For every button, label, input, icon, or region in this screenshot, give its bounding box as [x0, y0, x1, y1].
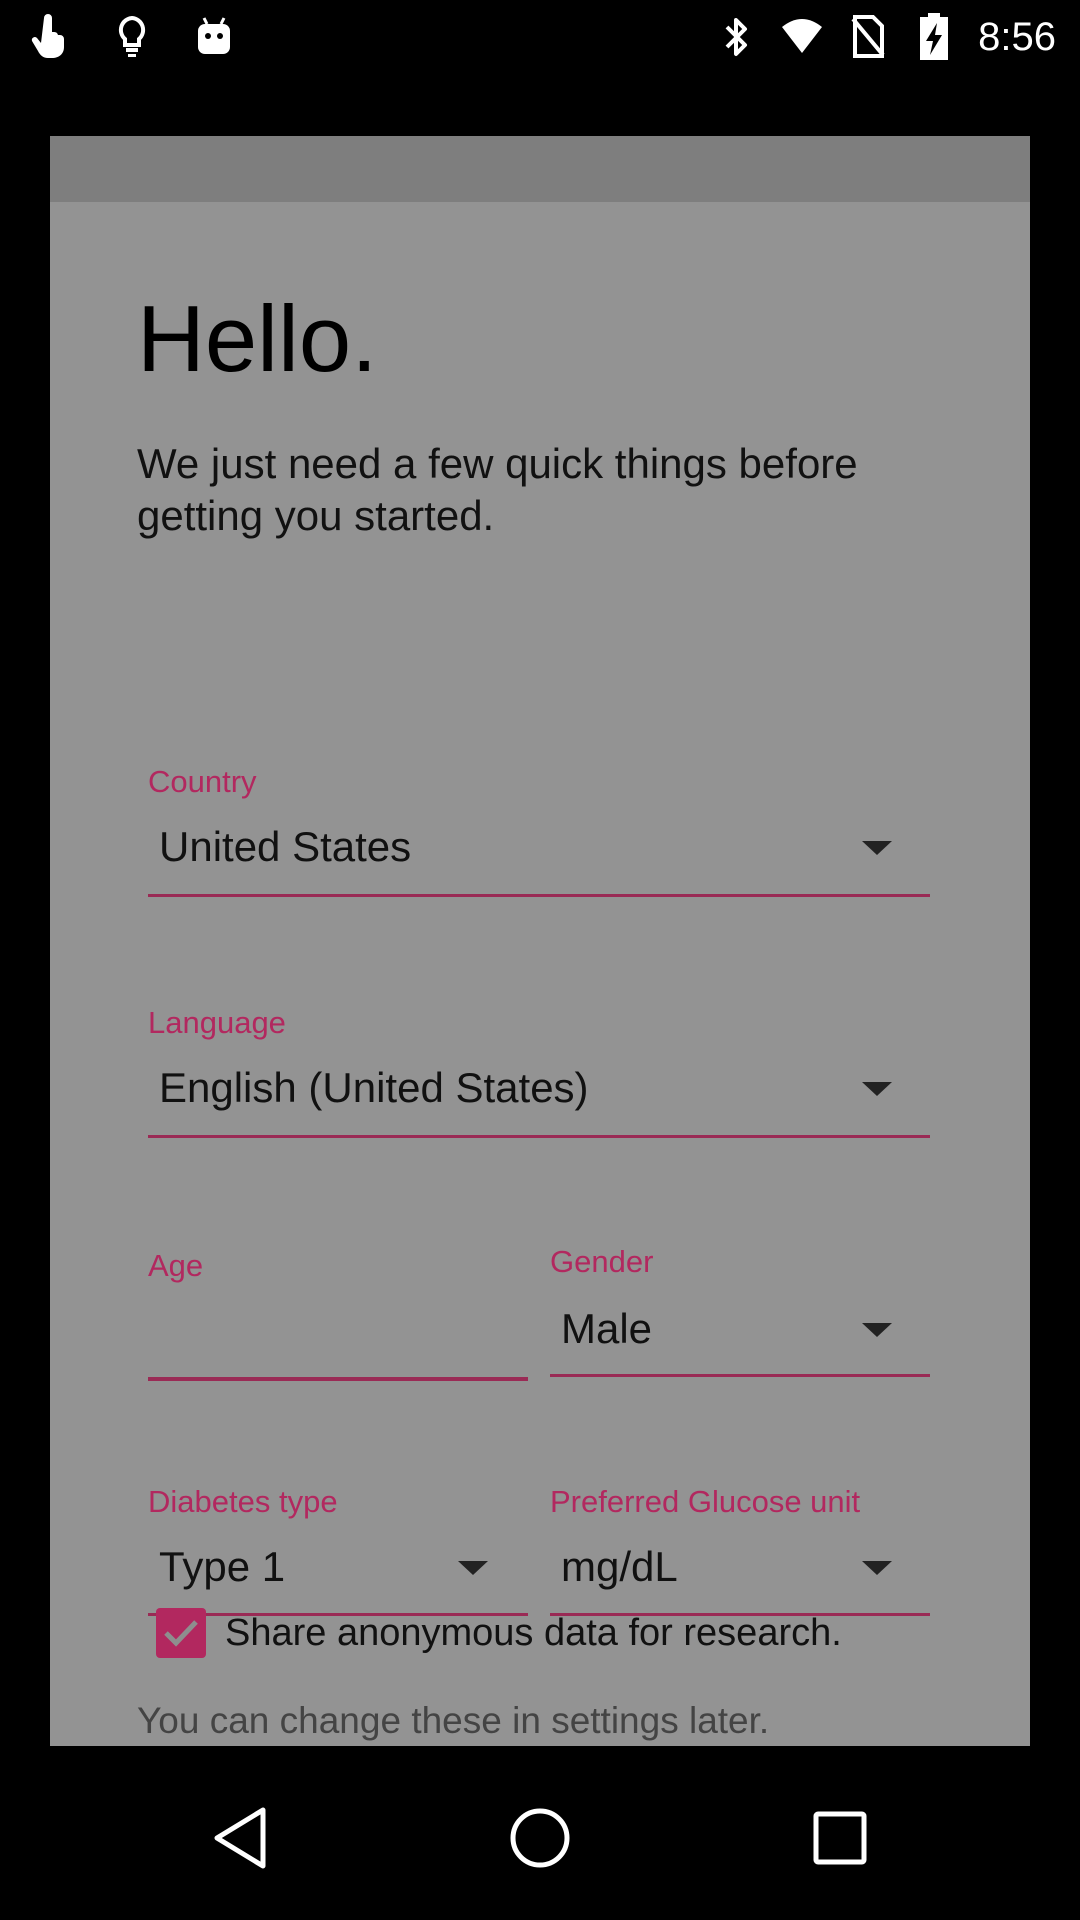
glucose-unit-dropdown[interactable]: Preferred Glucose unit mg/dL — [550, 1486, 930, 1618]
page-title: Hello. — [137, 286, 378, 391]
country-value: United States — [159, 823, 412, 870]
recents-icon[interactable] — [800, 1798, 880, 1878]
language-dropdown[interactable]: Language English (United States) — [148, 1007, 930, 1139]
language-underline — [148, 1135, 930, 1138]
share-data-checkbox[interactable] — [156, 1608, 206, 1658]
bluetooth-icon — [714, 10, 758, 64]
gender-dropdown[interactable]: Gender Male — [550, 1246, 930, 1378]
chevron-down-icon — [862, 841, 892, 855]
back-icon[interactable] — [201, 1798, 281, 1878]
navigation-bar — [0, 1746, 1080, 1920]
gender-value: Male — [561, 1305, 653, 1352]
diabetes-type-dropdown[interactable]: Diabetes type Type 1 — [148, 1486, 528, 1618]
country-dropdown[interactable]: Country United States — [148, 766, 930, 898]
hand-pointer-icon — [28, 10, 72, 64]
wifi-icon — [780, 10, 824, 64]
status-bar: 8:56 — [0, 0, 1080, 74]
settings-note: You can change these in settings later. — [137, 1700, 770, 1741]
checkmark-icon — [164, 1620, 198, 1647]
diabetes-type-label: Diabetes type — [148, 1484, 338, 1519]
gender-underline — [550, 1374, 930, 1377]
battery-charging-icon — [912, 10, 956, 64]
intro-text: We just need a few quick things before g… — [137, 440, 858, 539]
clock-time: 8:56 — [978, 15, 1056, 59]
share-data-label[interactable]: Share anonymous data for research. — [225, 1610, 842, 1656]
glucose-unit-value: mg/dL — [561, 1543, 678, 1590]
chevron-down-icon — [458, 1561, 488, 1575]
language-label: Language — [148, 1005, 286, 1040]
chevron-down-icon — [862, 1323, 892, 1337]
glucose-unit-label: Preferred Glucose unit — [550, 1484, 861, 1519]
chevron-down-icon — [862, 1082, 892, 1096]
language-value: English (United States) — [159, 1064, 589, 1111]
age-label: Age — [148, 1248, 204, 1283]
age-underline — [148, 1377, 528, 1381]
no-sim-icon — [846, 10, 890, 64]
onboarding-dialog: Hello. We just need a few quick things b… — [50, 136, 1030, 1746]
diabetes-type-value: Type 1 — [159, 1543, 286, 1590]
lightbulb-icon — [110, 10, 154, 64]
chevron-down-icon — [862, 1561, 892, 1575]
country-underline — [148, 894, 930, 897]
age-input[interactable]: Age — [148, 1250, 528, 1382]
dialog-header — [50, 136, 1030, 202]
gender-label: Gender — [550, 1244, 654, 1279]
country-label: Country — [148, 764, 257, 799]
home-icon[interactable] — [500, 1798, 580, 1878]
android-icon — [192, 10, 236, 64]
